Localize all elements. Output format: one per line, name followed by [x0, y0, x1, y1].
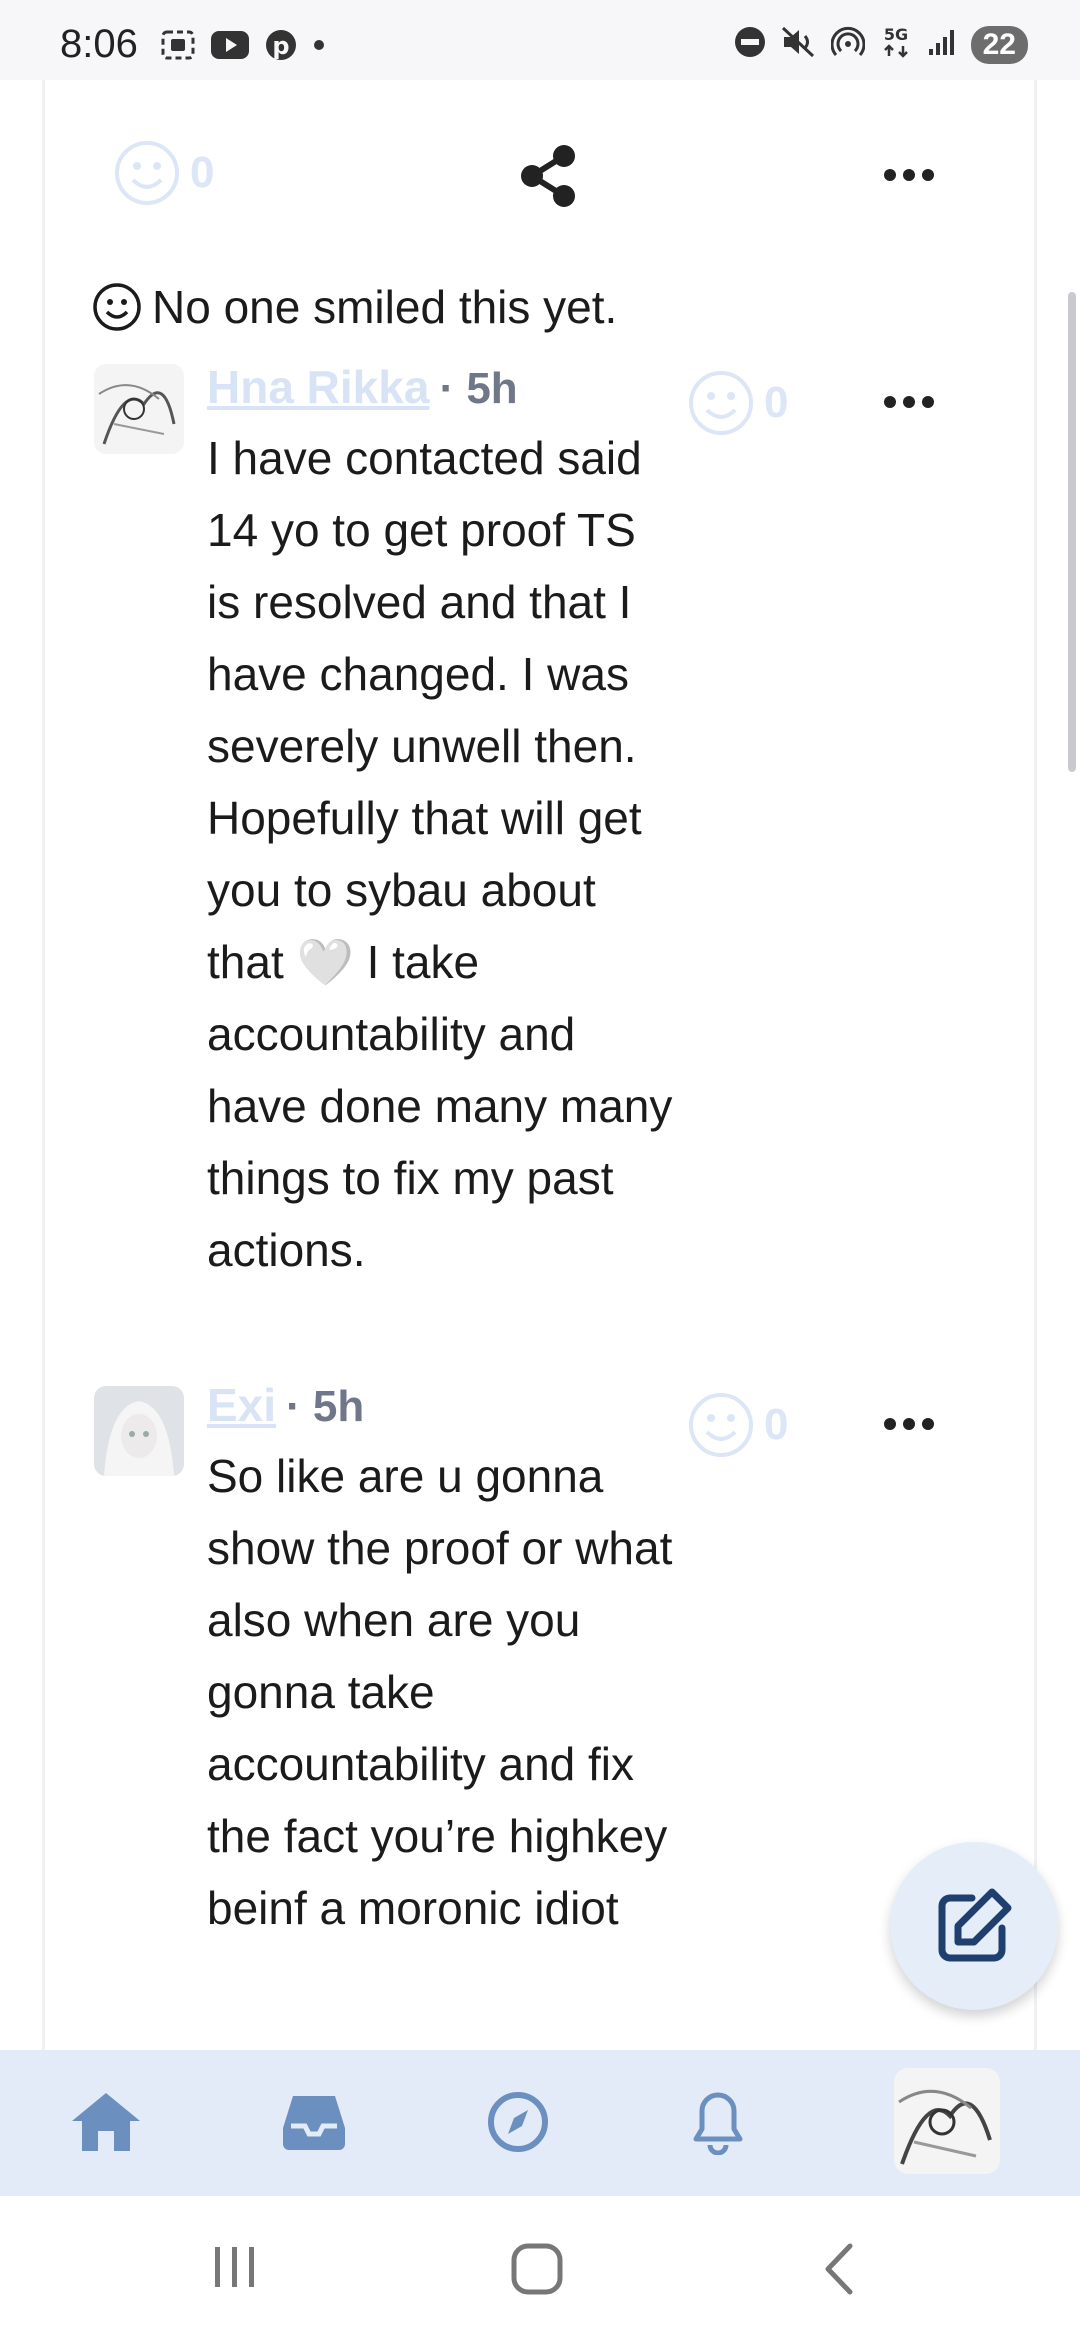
home-circle-icon [511, 2243, 563, 2295]
more-dot [884, 396, 896, 408]
more-dot [922, 169, 934, 181]
5g-icon: 5G [879, 24, 913, 65]
share-icon [521, 145, 575, 207]
compose-button[interactable] [890, 1842, 1058, 2010]
do-not-disturb-icon [733, 25, 767, 64]
pinterest-icon: p [264, 28, 298, 62]
comment-meta: Hna Rikka · 5h [207, 360, 518, 414]
system-navigation-bar [0, 2196, 1080, 2340]
post-more-button[interactable] [884, 169, 934, 181]
comment-author[interactable]: Exi [207, 1378, 276, 1432]
smile-icon [689, 1393, 753, 1457]
smile-icon [689, 371, 753, 435]
nav-home[interactable] [66, 2082, 146, 2162]
hotspot-icon [830, 25, 866, 64]
more-dot [903, 396, 915, 408]
more-dot [884, 1418, 896, 1430]
screenshot-icon [160, 29, 196, 61]
comment-time: · 5h [286, 1382, 365, 1431]
post-smile-button[interactable]: 0 [114, 140, 214, 206]
status-time: 8:06 [60, 22, 138, 66]
avatar[interactable] [94, 364, 184, 454]
card-border-right [1034, 80, 1037, 2050]
comment-smile-count: 0 [764, 1400, 789, 1449]
comment-time: · 5h [439, 364, 518, 413]
comment-more-button[interactable] [884, 396, 934, 408]
home-button[interactable] [510, 2242, 564, 2296]
comment-text: I have contacted said 14 yo to get proof… [207, 432, 673, 1276]
avatar[interactable] [94, 1386, 184, 1476]
smile-icon [115, 141, 179, 205]
no-smiles-notice: No one smiled this yet. [92, 280, 617, 334]
smile-icon [93, 283, 141, 331]
nav-notifications[interactable] [678, 2082, 758, 2162]
status-bar: 8:06 p 5G 22 [0, 0, 1080, 80]
home-icon [72, 2093, 140, 2151]
share-button[interactable] [518, 144, 580, 213]
post-detail-feed[interactable]: 0 No one smiled this yet. Hna Rikka · 5h… [0, 80, 1080, 2050]
battery-icon: 22 [970, 25, 1028, 64]
status-left-icons: p [160, 28, 326, 62]
signal-icon [927, 27, 957, 62]
comment-smile-button[interactable]: 0 [688, 1392, 788, 1458]
scrollbar-thumb[interactable] [1068, 292, 1076, 772]
back-button[interactable] [818, 2242, 858, 2296]
more-dot [922, 396, 934, 408]
comment-smile-count: 0 [764, 378, 789, 427]
comment-more-button[interactable] [884, 1418, 934, 1430]
edit-icon [938, 1888, 1012, 1962]
svg-text:5G: 5G [883, 25, 907, 44]
back-icon [825, 2243, 853, 2295]
more-dot [922, 1418, 934, 1430]
comment-text: So like are u gonna show the proof or wh… [207, 1450, 673, 1934]
bell-icon [693, 2092, 743, 2155]
inbox-icon [283, 2096, 345, 2150]
status-right-icons: 5G 22 [733, 24, 1028, 65]
comment-author[interactable]: Hna Rikka [207, 360, 429, 414]
mute-icon [781, 25, 817, 64]
recents-icon [215, 2247, 254, 2287]
no-smiles-text: No one smiled this yet. [152, 281, 618, 333]
comment-meta: Exi · 5h [207, 1378, 364, 1432]
post-smile-count: 0 [190, 148, 215, 197]
compass-icon [488, 2092, 548, 2152]
svg-text:p: p [272, 32, 289, 60]
bottom-nav [0, 2050, 1080, 2196]
youtube-icon [210, 30, 250, 60]
nav-inbox[interactable] [274, 2082, 354, 2162]
more-dot [884, 169, 896, 181]
post-actions: 0 [0, 120, 1080, 230]
nav-explore[interactable] [478, 2082, 558, 2162]
more-dot [903, 1418, 915, 1430]
card-border-left [42, 80, 45, 2050]
recents-button[interactable] [210, 2242, 260, 2292]
dot-icon [312, 38, 326, 52]
nav-profile-avatar[interactable] [894, 2068, 1000, 2174]
comment-smile-button[interactable]: 0 [688, 370, 788, 436]
more-dot [903, 169, 915, 181]
